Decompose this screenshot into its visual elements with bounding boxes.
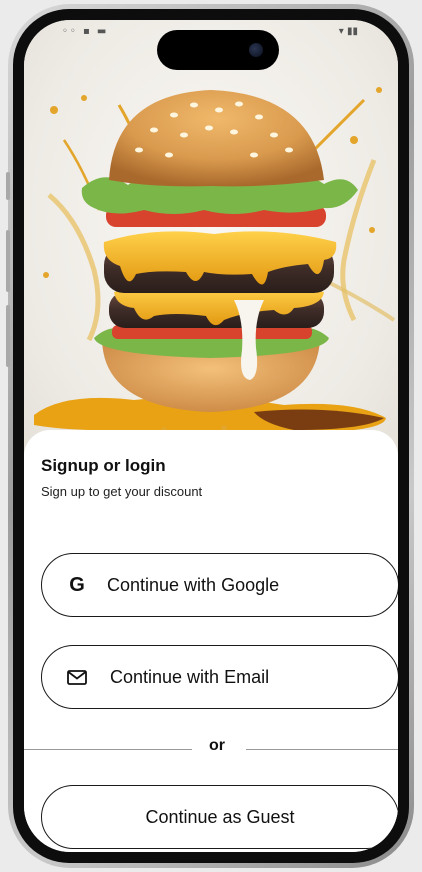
continue-with-email-button[interactable]: Continue with Email [41, 645, 398, 709]
status-left-icons: ◦◦ ▪ ▬ [62, 26, 109, 37]
phone-volume-up-button [6, 230, 10, 292]
front-camera-icon [249, 43, 263, 57]
app-screen: ◦◦ ▪ ▬ ▾ ▮▮ Signup or login Sign up to g… [24, 20, 398, 852]
google-button-label: Continue with Google [107, 574, 280, 595]
divider-line-left [24, 749, 192, 750]
guest-button-label: Continue as Guest [145, 806, 295, 827]
mail-icon [66, 669, 88, 685]
divider-line-right [246, 749, 398, 750]
auth-subtitle: Sign up to get your discount [41, 484, 203, 499]
status-right-icons: ▾ ▮▮ [338, 26, 358, 37]
burger-illustration [34, 87, 396, 435]
continue-as-guest-button[interactable]: Continue as Guest [41, 785, 398, 849]
hero-burger-image [24, 20, 398, 460]
email-button-label: Continue with Email [110, 666, 270, 687]
divider-or-text: or [209, 737, 225, 754]
phone-volume-down-button [6, 305, 10, 367]
google-g-icon: G [69, 573, 85, 596]
phone-action-button [6, 172, 10, 200]
auth-title: Signup or login [41, 456, 166, 475]
continue-with-google-button[interactable]: G Continue with Google [41, 553, 398, 617]
auth-bottom-sheet: Signup or login Sign up to get your disc… [24, 430, 398, 852]
dynamic-island [157, 30, 279, 70]
